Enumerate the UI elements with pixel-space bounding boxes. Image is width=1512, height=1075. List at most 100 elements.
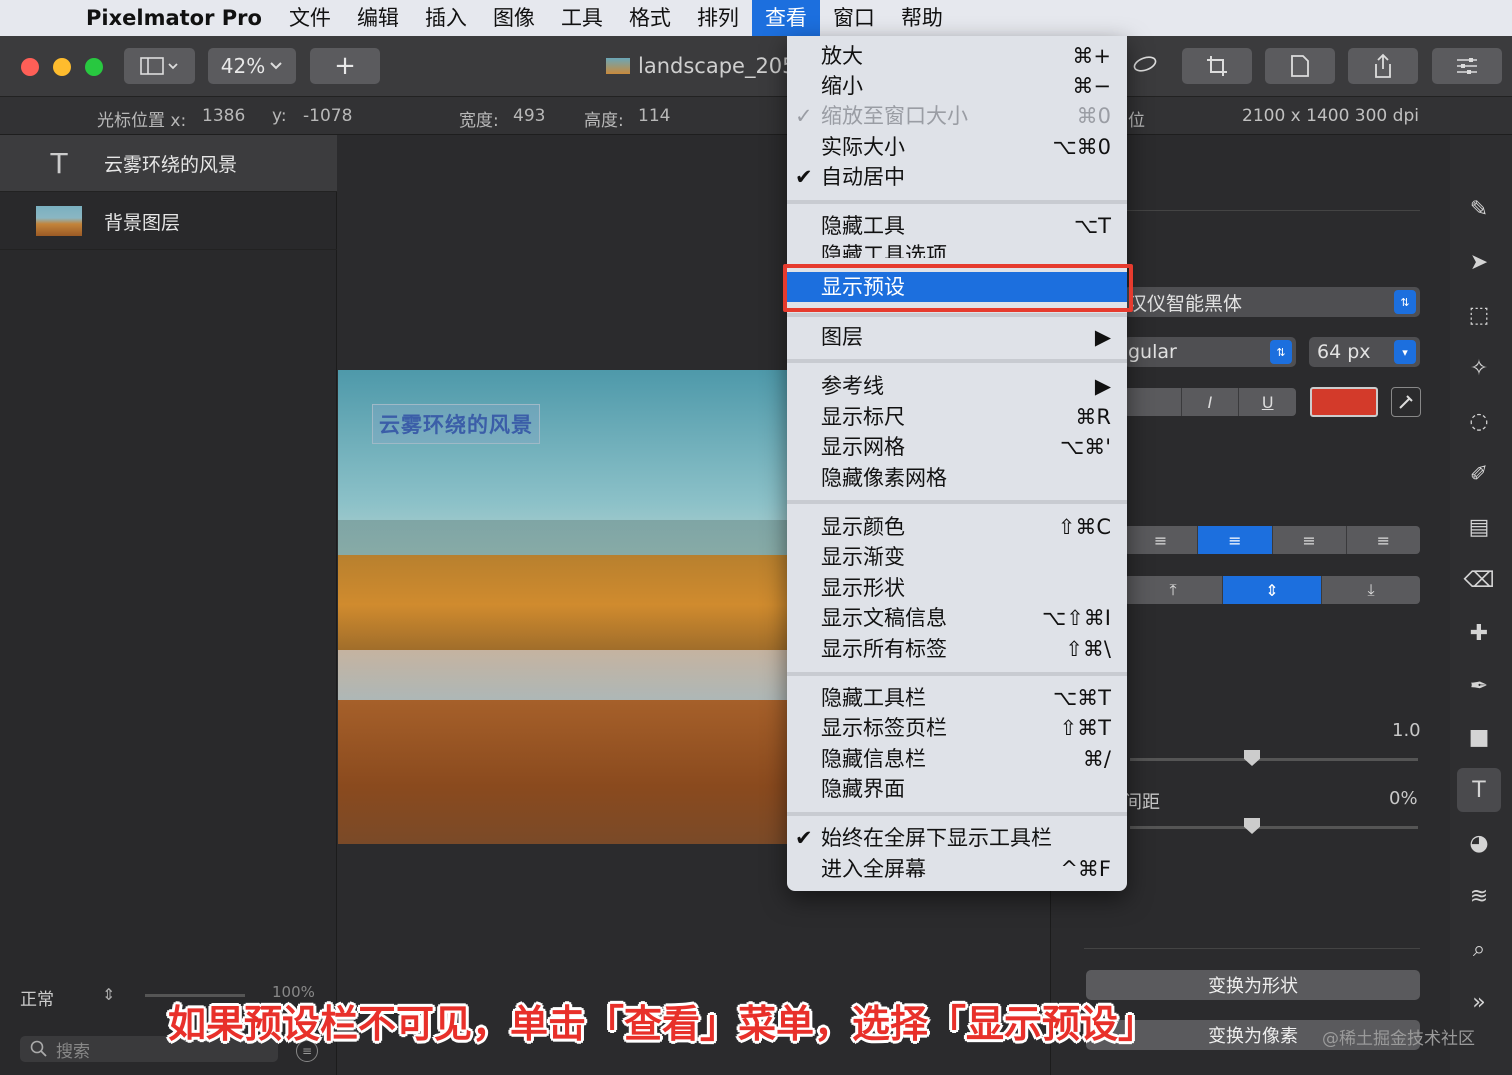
zoom-window-button[interactable] [85, 58, 103, 76]
menu-item-enter-fullscreen[interactable]: 进入全屏幕 ^⌘F [787, 854, 1127, 884]
share-button[interactable] [1348, 48, 1418, 84]
zoom-dropdown[interactable]: 42% [208, 48, 296, 84]
zoom-tool-icon[interactable]: ⌕ [1462, 932, 1496, 966]
menu-item-show-colors[interactable]: 显示颜色 ⇧⌘C [787, 512, 1127, 542]
menu-item-fullscreen-toolbar[interactable]: ✔ 始终在全屏下显示工具栏 [787, 823, 1127, 853]
align-bottom-icon[interactable]: ⤓ [1322, 576, 1420, 604]
type-tool-icon[interactable]: T [1457, 768, 1501, 812]
menu-arrange[interactable]: 排列 [684, 0, 752, 36]
menu-item-zoom-out[interactable]: 缩小 ⌘− [787, 71, 1127, 101]
bold-button[interactable] [1124, 388, 1182, 416]
crop-icon [1207, 56, 1227, 76]
minimize-window-button[interactable] [53, 58, 71, 76]
menu-item-zoom-to-fit: ✓ 缩放至窗口大小 ⌘0 [787, 101, 1127, 131]
blend-mode-select[interactable]: 正常 [20, 985, 54, 1010]
erase-tool-icon[interactable]: ⌫ [1462, 563, 1496, 597]
add-button[interactable]: + [310, 48, 380, 84]
font-size-select[interactable]: 64 px ▾ [1309, 337, 1420, 367]
retouch-tool-icon[interactable]: ✚ [1462, 616, 1496, 650]
distort-tool-icon[interactable]: ≋ [1462, 879, 1496, 913]
updown-stepper-icon: ⇅ [1394, 290, 1416, 314]
checkmark-icon: ✓ [795, 104, 813, 128]
crop-button[interactable] [1182, 48, 1252, 84]
menu-item-show-gradients[interactable]: 显示渐变 [787, 542, 1127, 572]
adjust-button[interactable] [1432, 48, 1502, 84]
eyedropper-icon[interactable] [1391, 387, 1421, 417]
landscape-image[interactable]: 云雾环绕的风景 [338, 370, 790, 844]
effects-tool-icon[interactable]: ◕ [1462, 826, 1496, 860]
search-icon [30, 1040, 47, 1057]
menu-view[interactable]: 查看 [751, 0, 820, 36]
submenu-arrow-icon: ▶ [1094, 374, 1111, 398]
menu-file[interactable]: 文件 [276, 0, 344, 36]
menu-item-guides[interactable]: 参考线 ▶ [787, 371, 1127, 401]
line-height-slider[interactable] [1130, 750, 1418, 766]
align-top-icon[interactable]: ⤒ [1124, 576, 1223, 604]
align-justify-icon[interactable]: ≡ [1347, 526, 1420, 554]
sidebar-toggle-button[interactable] [124, 48, 195, 84]
layer-item[interactable]: T 云雾环绕的风景 [0, 135, 337, 192]
italic-button[interactable]: I [1182, 388, 1240, 416]
menu-item-actual-size[interactable]: 实际大小 ⌥⌘0 [787, 132, 1127, 162]
menu-item-hide-toolbar[interactable]: 隐藏工具栏 ⌥⌘T [787, 683, 1127, 713]
magic-select-tool-icon[interactable]: ✧ [1462, 351, 1496, 385]
menu-insert[interactable]: 插入 [412, 0, 480, 36]
share-icon [1375, 53, 1391, 78]
menu-item-hide-tool-options[interactable]: 隐藏工具选项 [787, 240, 1127, 258]
menu-item-show-shapes[interactable]: 显示形状 [787, 573, 1127, 603]
menu-item-layers[interactable]: 图层 ▶ [787, 322, 1127, 352]
menu-help[interactable]: 帮助 [888, 0, 956, 36]
menu-item-show-document-info[interactable]: 显示文稿信息 ⌥⇧⌘I [787, 603, 1127, 633]
menu-window[interactable]: 窗口 [820, 0, 888, 36]
gradient-tool-icon[interactable]: ▤ [1462, 510, 1496, 544]
align-center-icon[interactable]: ≡ [1198, 526, 1273, 554]
spacing-slider[interactable] [1130, 818, 1418, 834]
menu-item-hide-interface[interactable]: 隐藏界面 [787, 774, 1127, 804]
menu-item-show-grid[interactable]: 显示网格 ⌥⌘' [787, 432, 1127, 462]
menu-item-hide-pixel-grid[interactable]: 隐藏像素网格 [787, 463, 1127, 493]
align-middle-icon[interactable]: ⇕ [1223, 576, 1322, 604]
chevron-down-icon: ▾ [1394, 340, 1416, 364]
menu-image[interactable]: 图像 [480, 0, 548, 36]
menu-item-show-all-tags[interactable]: 显示所有标签 ⇧⌘\ [787, 634, 1127, 664]
color-adjust-tool-icon[interactable]: ◌ [1462, 404, 1496, 438]
height-value: 114 [638, 106, 671, 126]
paint-tool-icon[interactable]: ✐ [1462, 457, 1496, 491]
document-button[interactable] [1265, 48, 1335, 84]
menu-edit[interactable]: 编辑 [344, 0, 412, 36]
layer-item[interactable]: 背景图层 [0, 193, 337, 250]
pen-tool-icon[interactable]: ✒ [1462, 669, 1496, 703]
lasso-icon[interactable] [1128, 48, 1162, 84]
font-family-select[interactable]: 汉仪智能黑体 ⇅ [1124, 287, 1420, 317]
menu-tools[interactable]: 工具 [548, 0, 616, 36]
cursor-y-label: y: [272, 106, 287, 126]
font-family-value: 汉仪智能黑体 [1128, 292, 1243, 315]
shape-tool-icon[interactable]: ■ [1462, 720, 1496, 754]
style-tool-icon[interactable]: ✎ [1462, 192, 1496, 226]
menu-item-zoom-in[interactable]: 放大 ⌘+ [787, 41, 1127, 71]
menu-item-hide-tools[interactable]: 隐藏工具 ⌥T [787, 211, 1127, 241]
cursor-x-value: 1386 [202, 106, 246, 126]
font-style-select[interactable]: gular ⇅ [1124, 337, 1296, 367]
menu-item-show-tab-bar[interactable]: 显示标签页栏 ⇧⌘T [787, 713, 1127, 743]
select-tool-icon[interactable]: ⬚ [1462, 298, 1496, 332]
canvas-text-layer[interactable]: 云雾环绕的风景 [372, 404, 540, 444]
menu-item-auto-center[interactable]: ✔ 自动居中 [787, 162, 1127, 192]
more-tools-icon[interactable]: » [1462, 985, 1496, 1019]
arrange-tool-icon[interactable]: ➤ [1462, 245, 1496, 279]
app-menu[interactable]: Pixelmator Pro [70, 0, 276, 36]
line-height-value: 1.0 [1392, 720, 1421, 741]
cursor-y-value: -1078 [303, 106, 353, 126]
align-right-icon[interactable]: ≡ [1273, 526, 1347, 554]
text-color-well[interactable] [1310, 387, 1378, 417]
highlight-frame [783, 264, 1133, 312]
layer-name: 背景图层 [104, 211, 181, 234]
menu-item-hide-info-bar[interactable]: 隐藏信息栏 ⌘/ [787, 744, 1127, 774]
menu-separator [787, 313, 1127, 317]
menu-item-show-rulers[interactable]: 显示标尺 ⌘R [787, 402, 1127, 432]
close-window-button[interactable] [21, 58, 39, 76]
spacing-label: 间距 [1124, 792, 1160, 813]
underline-button[interactable]: U [1239, 388, 1296, 416]
menu-format[interactable]: 格式 [616, 0, 684, 36]
align-left-icon[interactable]: ≡ [1124, 526, 1199, 554]
